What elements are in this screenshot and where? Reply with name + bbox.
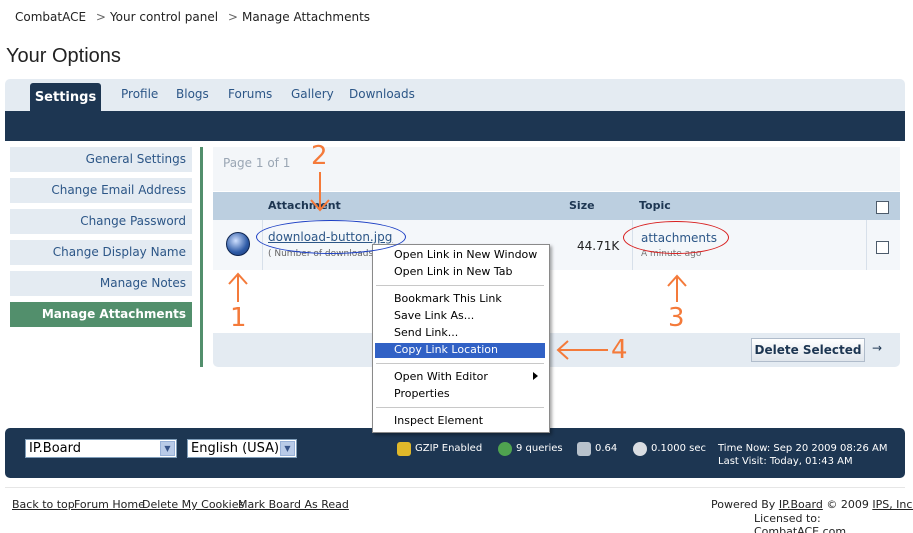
- annotation-number-4: 4: [611, 335, 628, 365]
- annotation-number-1: 1: [230, 303, 247, 333]
- annotation-number-2: 2: [311, 141, 328, 171]
- annotation-number-3: 3: [668, 303, 685, 333]
- annotation-arrows: [228, 172, 687, 360]
